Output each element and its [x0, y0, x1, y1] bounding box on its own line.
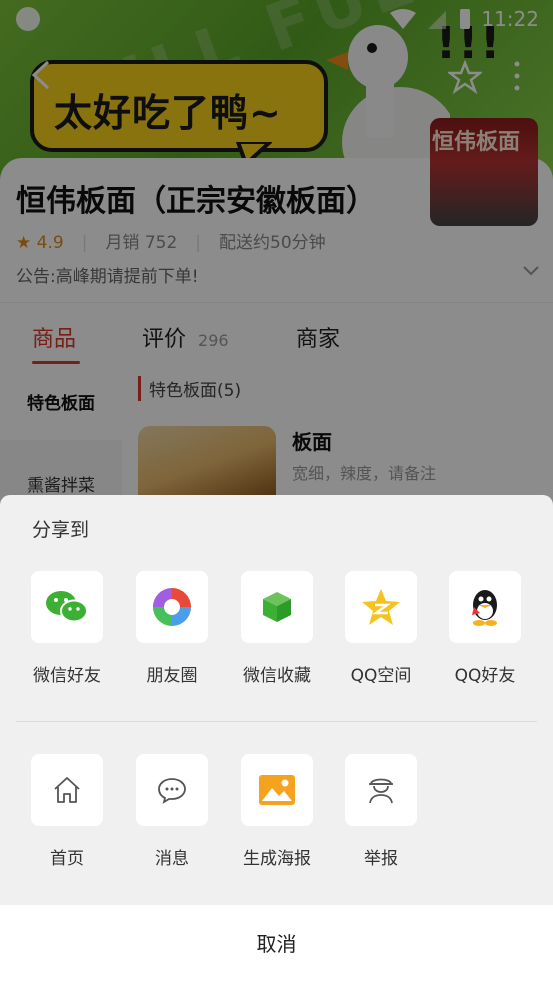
action-poster-button[interactable]: 生成海报 — [232, 754, 322, 869]
action-tile[interactable] — [241, 754, 313, 826]
share-tile[interactable] — [31, 571, 103, 643]
action-home-button[interactable]: 首页 — [22, 754, 112, 869]
message-icon — [158, 778, 186, 804]
sheet-divider — [16, 721, 537, 722]
share-qzone-button[interactable]: QQ空间 — [336, 571, 426, 686]
action-tile[interactable] — [136, 754, 208, 826]
share-tile[interactable] — [136, 571, 208, 643]
share-tile[interactable] — [449, 571, 521, 643]
cancel-button[interactable]: 取消 — [0, 905, 553, 983]
share-label: 微信收藏 — [243, 666, 311, 686]
report-icon — [369, 778, 393, 804]
share-label: 微信好友 — [33, 666, 101, 686]
wechat-favorites-icon — [263, 592, 291, 622]
qq-icon — [472, 590, 497, 626]
poster-icon — [259, 775, 295, 805]
action-label: 消息 — [155, 849, 189, 869]
moments-icon — [153, 588, 191, 626]
action-message-button[interactable]: 消息 — [127, 754, 217, 869]
share-tile[interactable] — [241, 571, 313, 643]
home-icon — [54, 777, 80, 803]
action-label: 生成海报 — [243, 849, 311, 869]
action-tile[interactable] — [31, 754, 103, 826]
share-sheet-title: 分享到 — [32, 519, 90, 541]
share-wechat-friend-button[interactable]: 微信好友 — [22, 571, 112, 686]
share-qq-friend-button[interactable]: QQ好友 — [440, 571, 530, 686]
cancel-area: 取消 — [0, 905, 553, 983]
share-moments-button[interactable]: 朋友圈 — [127, 571, 217, 686]
share-label: QQ空间 — [350, 666, 412, 686]
qzone-icon — [362, 589, 400, 625]
share-label: 朋友圈 — [146, 666, 198, 686]
action-tile[interactable] — [345, 754, 417, 826]
share-wechat-favorites-button[interactable]: 微信收藏 — [232, 571, 322, 686]
action-label: 首页 — [50, 849, 84, 869]
action-label: 举报 — [364, 849, 398, 869]
wechat-icon — [46, 591, 88, 623]
share-tile[interactable] — [345, 571, 417, 643]
share-sheet: 分享到 微信好友 朋友圈 微信收藏 QQ空间 QQ好友 首页 消息 生成海报 举… — [0, 495, 553, 983]
action-report-button[interactable]: 举报 — [336, 754, 426, 869]
share-label: QQ好友 — [454, 666, 516, 686]
